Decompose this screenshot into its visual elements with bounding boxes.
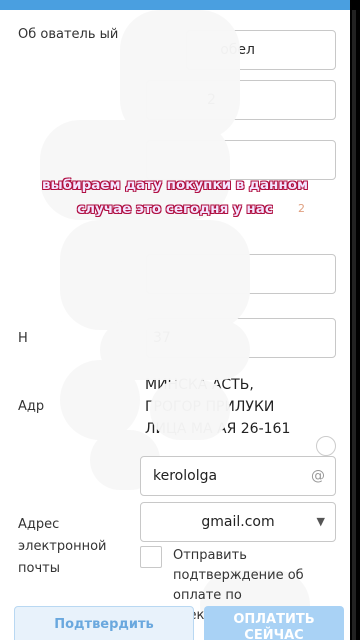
at-icon: @ — [311, 468, 325, 484]
email-domain-select[interactable]: gmail.com ▼ — [140, 502, 336, 542]
confirm-button[interactable]: Подтвердить — [14, 606, 194, 640]
address-label: Адр — [18, 399, 45, 414]
payment-form-screen: Об ователь ый обел 2 Н 37 Адр МИНСКА АСТ… — [0, 0, 350, 640]
email-domain-value: gmail.com — [201, 514, 275, 530]
pay-now-button[interactable]: ОПЛАТИТЬ СЕЙЧАС — [204, 606, 344, 640]
phone-label: Н — [18, 331, 28, 346]
scribble-mask — [60, 220, 250, 330]
email-username-value: kerololga — [153, 468, 218, 484]
scribble-mask — [60, 360, 140, 440]
scribble-mask — [150, 380, 230, 440]
chevron-down-icon: ▼ — [316, 515, 325, 528]
email-label: Адрес электронной почты — [18, 517, 107, 576]
top-status-bar — [0, 0, 350, 10]
email-username-input[interactable]: kerololga @ — [140, 456, 336, 496]
scrollbar[interactable] — [352, 10, 356, 640]
row1-label: Об ователь ый — [18, 27, 119, 42]
overlay-mark: 2 — [298, 202, 305, 215]
overlay-caption-line-1: выбираем дату покупки в данном — [41, 177, 309, 193]
radio-circle[interactable] — [316, 436, 336, 456]
email-confirmation-checkbox[interactable] — [140, 546, 162, 568]
